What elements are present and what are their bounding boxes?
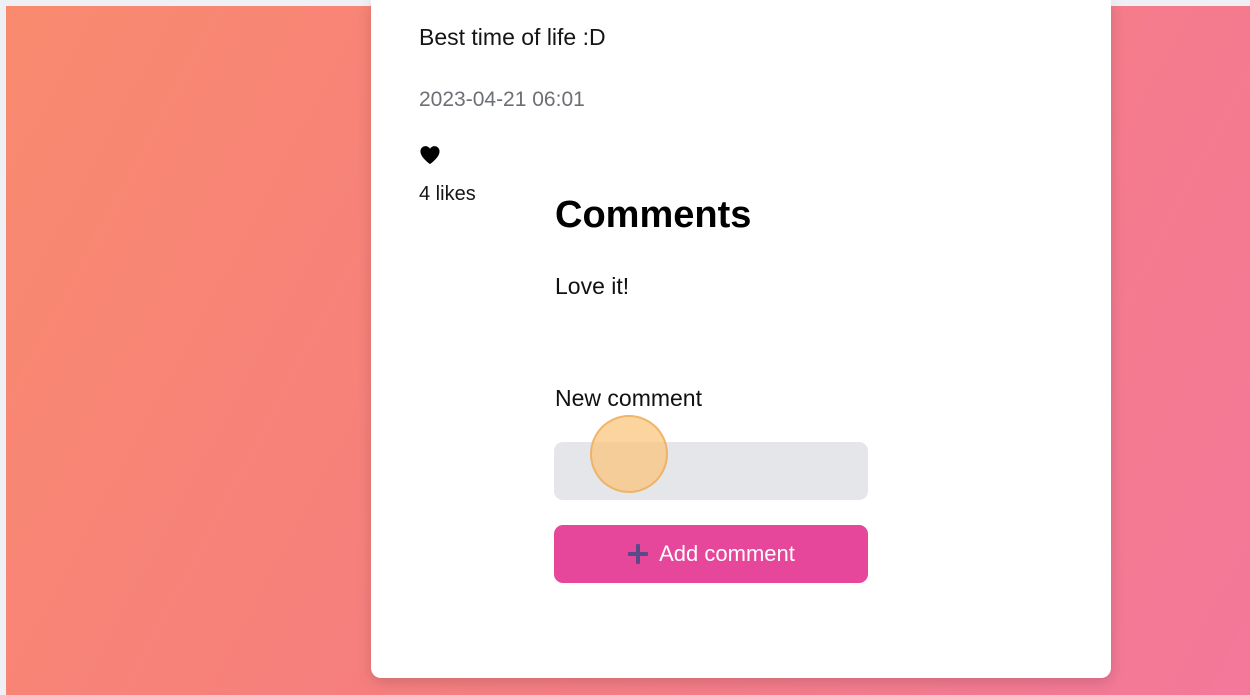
new-comment-input[interactable] [554, 442, 868, 500]
add-comment-label: Add comment [659, 541, 795, 566]
comments-heading: Comments [555, 194, 752, 236]
post-caption: Best time of life :D [419, 24, 606, 50]
heart-icon[interactable] [419, 145, 441, 165]
post-card: Best time of life :D 2023-04-21 06:01 4 … [371, 0, 1111, 678]
new-comment-label: New comment [555, 385, 702, 411]
likes-count: 4 likes [419, 183, 476, 205]
add-comment-button[interactable]: Add comment [554, 525, 868, 583]
comment-item: Love it! [555, 273, 630, 299]
plus-icon [628, 544, 649, 564]
post-timestamp: 2023-04-21 06:01 [419, 88, 585, 111]
